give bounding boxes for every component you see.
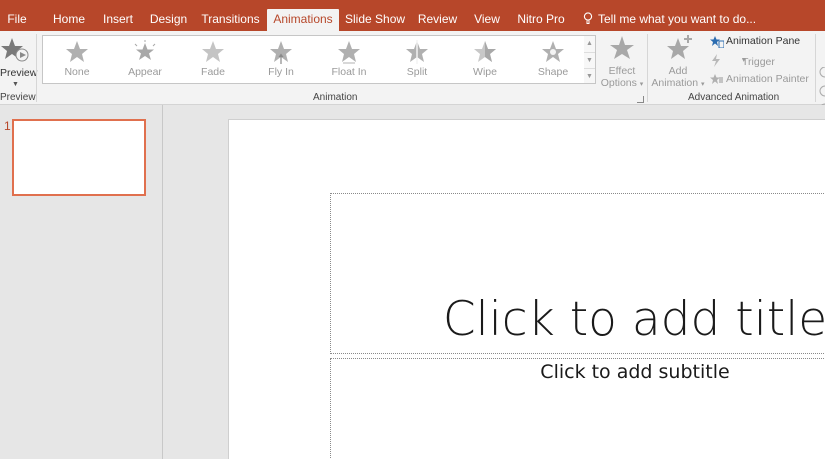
animation-appear[interactable]: Appear [111,36,179,83]
star-wipe-icon [474,41,496,62]
preview-star-icon [1,38,29,62]
tab-transitions[interactable]: Transitions [201,9,260,31]
add-animation-star-icon [667,35,692,59]
tab-animations[interactable]: Animations [267,9,339,31]
preview-group-label: Preview [0,92,36,103]
animation-none[interactable]: None [43,36,111,83]
tab-slide-show[interactable]: Slide Show [345,9,405,31]
star-appear-icon [134,40,156,60]
chevron-down-icon: ▾ [639,81,644,88]
animation-wipe[interactable]: Wipe [451,36,519,83]
tell-me-text: Tell me what you want to do... [598,12,757,26]
gallery-scroll-down-button[interactable]: ▼ [584,52,595,68]
tab-view[interactable]: View [469,9,505,31]
effect-options-star-icon [610,36,634,59]
animation-split[interactable]: Split [383,36,451,83]
animation-fade-label: Fade [201,66,225,78]
tab-file[interactable]: File [0,9,34,31]
animation-fly-in[interactable]: Fly In [247,36,315,83]
chevron-down-icon: ▼ [12,81,19,88]
effect-options-line2: Options ▾ [600,77,644,89]
animation-none-label: None [64,66,90,78]
animation-shape-label: Shape [537,66,569,78]
tab-insert[interactable]: Insert [99,9,137,31]
group-divider [815,34,816,102]
slide-number: 1 [4,119,11,133]
chevron-down-icon: ▾ [701,81,705,88]
title-placeholder-text: Click to add title [442,292,825,347]
add-animation-button[interactable]: Add Animation ▾ [650,34,706,90]
tab-design[interactable]: Design [146,9,191,31]
lightning-icon [712,54,720,67]
tab-nitro-pro[interactable]: Nitro Pro [514,9,568,31]
ribbon-tab-bar: File Home Insert Design Transitions Anim… [0,0,825,31]
star-fade-icon [202,41,224,62]
preview-label: Preview [0,67,38,79]
animation-split-label: Split [406,66,428,78]
animation-shape[interactable]: Shape [519,36,587,83]
animation-pane-icon [710,36,724,48]
effect-options-button[interactable]: Effect Options ▾ [600,34,644,90]
star-float-in-icon [338,41,360,64]
star-shape-icon [542,41,564,62]
animation-gallery: None Appear Fade Fly In Float In Split W… [42,35,585,84]
slide-thumbnail[interactable] [12,119,146,196]
gallery-scroll: ▲ ▼ ▼ [584,35,596,84]
animation-wipe-label: Wipe [473,66,497,78]
animation-dialog-launcher-icon[interactable] [637,96,644,103]
animation-float-in-label: Float In [331,66,367,78]
add-animation-line2: Animation ▾ [651,77,705,89]
preview-button[interactable]: Preview ▼ [0,35,38,90]
animation-float-in[interactable]: Float In [315,36,383,83]
star-fly-in-icon [270,41,292,64]
group-divider [36,34,37,102]
animation-painter-button[interactable]: Animation Painter [710,71,815,88]
gallery-scroll-up-button[interactable]: ▲ [584,36,595,52]
star-split-icon [406,40,428,64]
animation-fade[interactable]: Fade [179,36,247,83]
tab-review[interactable]: Review [415,9,460,31]
animation-fly-in-label: Fly In [268,66,294,78]
advanced-animation-group-label: Advanced Animation [688,92,780,103]
animation-pane-button[interactable]: Animation Pane [710,33,815,50]
group-divider [647,34,648,102]
animation-appear-label: Appear [128,66,162,78]
animation-group-label: Animation [313,92,358,103]
lightbulb-icon [583,12,593,24]
gallery-more-button[interactable]: ▼ [584,68,595,84]
subtitle-placeholder-text: Click to add subtitle [540,361,730,383]
star-none-icon [66,41,88,62]
tab-home[interactable]: Home [47,9,91,31]
ribbon: Preview ▼ Preview None Appear Fade Fly I… [0,31,825,115]
animation-painter-icon [710,74,723,84]
animation-pane-label: Animation Pane [726,35,801,47]
chevron-down-icon: ▾ [742,57,746,64]
animation-painter-label: Animation Painter [726,73,809,85]
trigger-button[interactable]: Trigger ▾ [710,52,780,69]
